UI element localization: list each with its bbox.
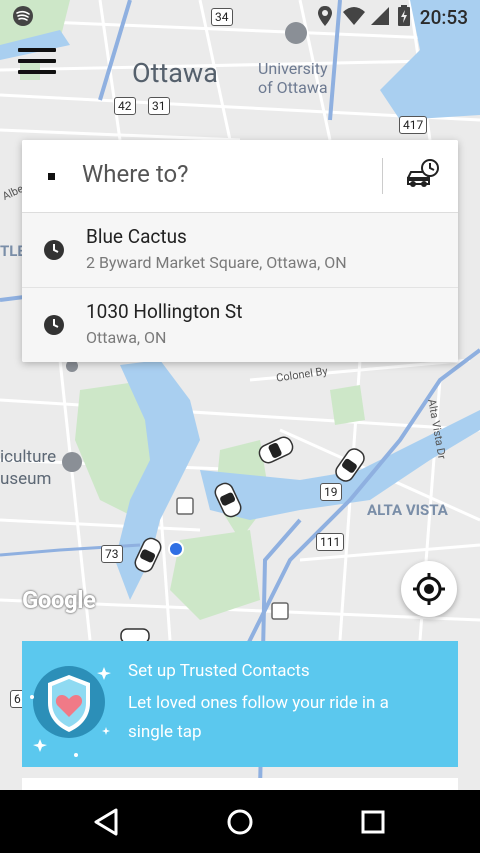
map-label-university: University of Ottawa: [258, 59, 328, 97]
road-shield-19: 19: [320, 483, 342, 501]
signal-icon: [370, 5, 390, 32]
clock-icon: [44, 240, 64, 260]
back-button[interactable]: [88, 804, 124, 840]
shield-heart-icon: [28, 661, 114, 761]
hamburger-icon-line: [18, 59, 56, 63]
home-button[interactable]: [222, 804, 258, 840]
recent-place-title: 1030 Hollington St: [86, 300, 243, 323]
status-bar: 20:53: [0, 0, 480, 34]
status-time: 20:53: [419, 6, 468, 29]
trusted-contacts-card[interactable]: Set up Trusted Contacts Let loved ones f…: [22, 641, 458, 767]
recent-place-item[interactable]: Blue Cactus 2 Byward Market Square, Otta…: [22, 213, 458, 288]
hamburger-icon-line: [18, 70, 56, 74]
battery-icon: [397, 5, 411, 32]
promo-heading: Set up Trusted Contacts: [128, 661, 310, 681]
promo-body: Let loved ones follow your ride in a sin…: [128, 693, 389, 742]
hamburger-icon-line: [18, 48, 56, 52]
home-icon: [227, 809, 253, 835]
recents-button[interactable]: [355, 804, 391, 840]
wifi-icon: [342, 5, 366, 32]
map-label-alta-vista: ALTA VISTA: [367, 501, 448, 519]
map-label-city: Ottawa: [132, 57, 218, 89]
road-shield-31: 31: [148, 97, 170, 115]
recent-place-title: Blue Cactus: [86, 225, 187, 248]
road-shield-417: 417: [399, 116, 428, 134]
recent-place-address: 2 Byward Market Square, Ottawa, ON: [86, 253, 347, 272]
back-icon: [94, 808, 118, 836]
schedule-ride-icon[interactable]: [402, 158, 442, 194]
recents-icon: [361, 810, 385, 834]
spotify-icon: [12, 5, 34, 32]
location-icon: [316, 5, 334, 32]
menu-button[interactable]: [18, 48, 56, 78]
search-card: Where to? Blue Cactus 2 Byward Market Sq…: [22, 140, 458, 362]
map-label-museum: iculture useum: [0, 447, 57, 489]
crosshair-icon: [413, 573, 445, 605]
google-logo: Google: [22, 586, 96, 614]
recent-place-address: Ottawa, ON: [86, 328, 167, 347]
where-to-input[interactable]: Where to?: [82, 160, 188, 188]
where-to-row[interactable]: Where to?: [22, 140, 458, 213]
destination-square-icon: [48, 173, 55, 180]
navigation-bar: [0, 790, 480, 853]
divider: [382, 158, 383, 194]
recent-place-item[interactable]: 1030 Hollington St Ottawa, ON: [22, 288, 458, 362]
clock-icon: [44, 315, 64, 335]
road-shield-73: 73: [101, 545, 123, 563]
road-shield-111: 111: [316, 533, 345, 551]
my-location-button[interactable]: [401, 561, 457, 617]
road-shield-42: 42: [114, 97, 136, 115]
